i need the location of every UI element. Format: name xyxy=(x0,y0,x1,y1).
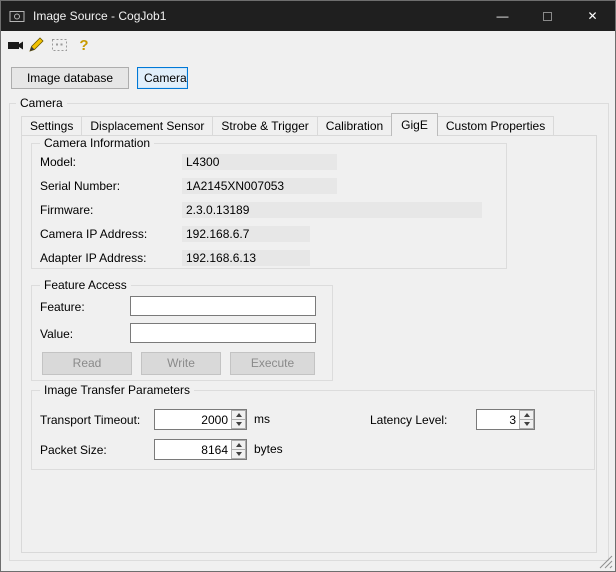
transport-timeout-spin-buttons xyxy=(231,410,246,429)
latency-level-spinner[interactable]: 3 xyxy=(476,409,535,430)
image-transfer-parameters-group: Image Transfer Parameters Transport Time… xyxy=(31,383,595,470)
model-value: L4300 xyxy=(182,154,337,170)
app-icon xyxy=(9,9,25,23)
minimize-icon: — xyxy=(496,9,509,23)
camera-ip-label: Camera IP Address: xyxy=(40,227,148,241)
resize-grip[interactable] xyxy=(599,555,613,569)
packet-size-label: Packet Size: xyxy=(40,443,107,457)
selection-grid-icon[interactable] xyxy=(51,37,69,53)
spin-up-button[interactable] xyxy=(231,440,246,449)
spin-up-button[interactable] xyxy=(519,410,534,419)
spin-down-button[interactable] xyxy=(231,449,246,459)
camera-button[interactable]: Camera xyxy=(137,67,188,89)
close-icon: ✕ xyxy=(587,9,598,23)
adapter-ip-label: Adapter IP Address: xyxy=(40,251,147,265)
transport-timeout-unit: ms xyxy=(254,412,270,426)
tab-calibration[interactable]: Calibration xyxy=(316,116,393,135)
feature-label: Feature: xyxy=(40,300,85,314)
edit-pencil-icon[interactable] xyxy=(28,37,46,53)
packet-size-spin-buttons xyxy=(231,440,246,459)
tab-gige[interactable]: GigE xyxy=(391,113,438,136)
maximize-button[interactable] xyxy=(525,1,570,31)
down-arrow-icon xyxy=(235,452,242,456)
camera-information-group: Camera Information Model: L4300 Serial N… xyxy=(31,136,507,269)
value-label: Value: xyxy=(40,327,74,341)
up-arrow-icon xyxy=(235,443,242,447)
serial-number-value: 1A2145XN007053 xyxy=(182,178,337,194)
feature-input[interactable] xyxy=(130,296,316,316)
feature-access-group: Feature Access Feature: Value: Read Writ… xyxy=(31,278,333,381)
tab-settings[interactable]: Settings xyxy=(21,116,83,135)
transport-timeout-label: Transport Timeout: xyxy=(40,413,141,427)
packet-size-unit: bytes xyxy=(254,442,283,456)
read-button[interactable]: Read xyxy=(42,352,132,375)
write-button[interactable]: Write xyxy=(141,352,221,375)
tab-custom-properties[interactable]: Custom Properties xyxy=(436,116,555,135)
down-arrow-icon xyxy=(523,422,530,426)
firmware-label: Firmware: xyxy=(40,203,94,217)
latency-level-label: Latency Level: xyxy=(370,413,448,427)
packet-size-value[interactable]: 8164 xyxy=(155,440,231,459)
acquire-camera-icon[interactable] xyxy=(7,37,25,53)
camera-information-title: Camera Information xyxy=(40,136,155,150)
adapter-ip-value: 192.168.6.13 xyxy=(182,250,310,266)
up-arrow-icon xyxy=(235,413,242,417)
tab-strobe-trigger[interactable]: Strobe & Trigger xyxy=(212,116,318,135)
image-transfer-parameters-title: Image Transfer Parameters xyxy=(40,383,195,397)
spin-down-button[interactable] xyxy=(231,419,246,429)
transport-timeout-value[interactable]: 2000 xyxy=(155,410,231,429)
image-source-window: Image Source - CogJob1 — ✕ ? Image datab… xyxy=(0,0,616,572)
image-database-button[interactable]: Image database xyxy=(11,67,129,89)
tab-displacement-sensor[interactable]: Displacement Sensor xyxy=(81,116,214,135)
close-button[interactable]: ✕ xyxy=(570,1,615,31)
model-label: Model: xyxy=(40,155,77,169)
toolbar: ? xyxy=(1,31,615,59)
serial-number-label: Serial Number: xyxy=(40,179,121,193)
help-icon[interactable]: ? xyxy=(75,37,93,53)
titlebar[interactable]: Image Source - CogJob1 — ✕ xyxy=(1,1,615,31)
packet-size-spinner[interactable]: 8164 xyxy=(154,439,247,460)
value-input[interactable] xyxy=(130,323,316,343)
feature-access-title: Feature Access xyxy=(40,278,131,292)
latency-level-spin-buttons xyxy=(519,410,534,429)
transport-timeout-spinner[interactable]: 2000 xyxy=(154,409,247,430)
down-arrow-icon xyxy=(235,422,242,426)
latency-level-value[interactable]: 3 xyxy=(477,410,519,429)
tab-strip: Settings Displacement Sensor Strobe & Tr… xyxy=(21,112,555,136)
execute-button[interactable]: Execute xyxy=(230,352,315,375)
minimize-button[interactable]: — xyxy=(480,1,525,31)
spin-up-button[interactable] xyxy=(231,410,246,419)
window-title: Image Source - CogJob1 xyxy=(33,9,167,23)
maximize-icon xyxy=(543,11,552,21)
up-arrow-icon xyxy=(523,413,530,417)
spin-down-button[interactable] xyxy=(519,419,534,429)
camera-groupbox-label: Camera xyxy=(16,96,67,110)
camera-ip-value: 192.168.6.7 xyxy=(182,226,310,242)
firmware-value: 2.3.0.13189 xyxy=(182,202,482,218)
window-controls: — ✕ xyxy=(480,1,615,31)
